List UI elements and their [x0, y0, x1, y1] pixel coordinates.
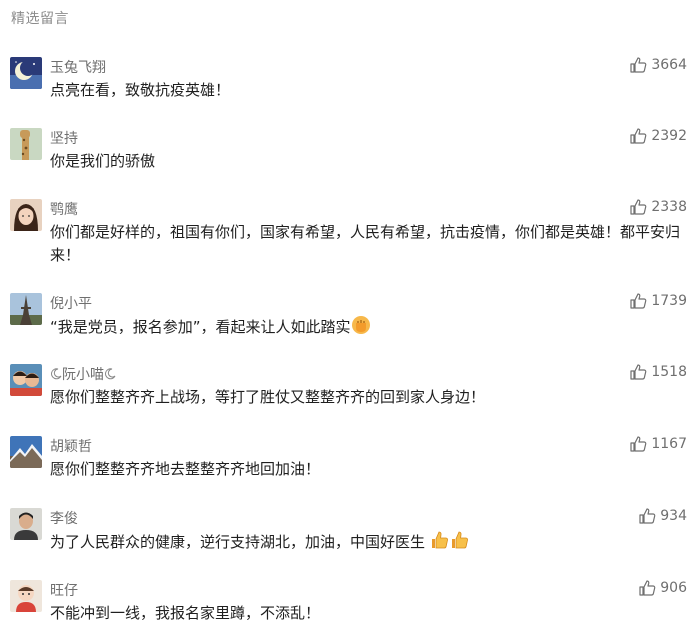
comment-item: 旺仔 906 不能冲到一线，我报名家里蹲，不添乱！ [0, 580, 696, 640]
comment-text: 愿你们整整齐齐上战场，等打了胜仗又整整齐齐的回到家人身边！ [50, 388, 486, 406]
comment-nickname[interactable]: 阮小喵 [50, 364, 116, 384]
like-count: 1518 [651, 364, 687, 380]
comment-nickname[interactable]: 旺仔 [50, 580, 78, 600]
like-button[interactable]: 2338 [630, 199, 687, 215]
thumbs-up-emoji [452, 531, 468, 549]
thumbs-up-outline-icon [630, 128, 647, 144]
comment-item: 阮小喵 1518 愿你们整整齐齐上战场，等打了胜仗又整整齐齐的回到家人身边！ [0, 364, 696, 424]
comment-item: 坚持 2392 你是我们的骄傲 [0, 128, 696, 188]
thumbs-up-outline-icon [630, 57, 647, 73]
comment-text-body: 为了人民群众的健康，逆行支持湖北，加油，中国好医生 [50, 533, 426, 551]
comment-nickname[interactable]: 李俊 [50, 508, 78, 528]
comment-nickname-text: 阮小喵 [62, 367, 104, 383]
comment-text: 你是我们的骄傲 [50, 152, 156, 170]
comment-text: 愿你们整整齐齐地去整整齐齐地回加油！ [50, 460, 321, 478]
avatar[interactable] [10, 508, 42, 540]
comment-item: 鹗鹰 2338 你们都是好样的，祖国有你们，国家有希望，人民有希望，抗击疫情，你… [0, 199, 696, 264]
thumbs-up-outline-icon [630, 199, 647, 215]
like-button[interactable]: 3664 [630, 57, 687, 73]
avatar[interactable] [10, 57, 42, 89]
like-count: 1739 [651, 293, 687, 309]
thumbs-up-outline-icon [630, 436, 647, 452]
like-count: 1167 [651, 436, 687, 452]
like-button[interactable]: 906 [639, 580, 687, 596]
crescent-icon [51, 368, 62, 380]
avatar[interactable] [10, 580, 42, 612]
comment-nickname[interactable]: 坚持 [50, 128, 78, 148]
like-button[interactable]: 1518 [630, 364, 687, 380]
avatar[interactable] [10, 364, 42, 396]
thumbs-up-outline-icon [630, 293, 647, 309]
thumbs-up-outline-icon [639, 580, 656, 596]
comment-text-body: “我是党员，报名参加”，看起来让人如此踏实 [50, 318, 351, 336]
comment-text: 为了人民群众的健康，逆行支持湖北，加油，中国好医生 [50, 530, 680, 554]
comment-item: 倪小平 1739 “我是党员，报名参加”，看起来让人如此踏实 [0, 293, 696, 353]
comment-nickname[interactable]: 鹗鹰 [50, 199, 78, 219]
like-button[interactable]: 1167 [630, 436, 687, 452]
like-count: 906 [660, 580, 687, 596]
comment-text: 不能冲到一线，我报名家里蹲，不添乱！ [50, 604, 321, 622]
comment-nickname[interactable]: 玉兔飞翔 [50, 57, 106, 77]
avatar[interactable] [10, 293, 42, 325]
comment-item: 玉兔飞翔 3664 点亮在看，致敬抗疫英雄！ [0, 57, 696, 117]
like-count: 2392 [651, 128, 687, 144]
like-button[interactable]: 2392 [630, 128, 687, 144]
avatar[interactable] [10, 199, 42, 231]
like-count: 2338 [651, 199, 687, 215]
thumbs-up-emoji [432, 531, 448, 549]
fist-emoji [351, 316, 370, 334]
avatar[interactable] [10, 128, 42, 160]
thumbs-up-outline-icon [630, 364, 647, 380]
thumbs-up-outline-icon [639, 508, 656, 524]
comment-nickname[interactable]: 倪小平 [50, 293, 92, 313]
comment-item: 胡颖哲 1167 愿你们整整齐齐地去整整齐齐地回加油！ [0, 436, 696, 496]
like-count: 3664 [651, 57, 687, 73]
avatar[interactable] [10, 436, 42, 468]
like-button[interactable]: 934 [639, 508, 687, 524]
section-title: 精选留言 [11, 11, 69, 27]
like-button[interactable]: 1739 [630, 293, 687, 309]
comment-text: 你们都是好样的，祖国有你们，国家有希望，人民有希望，抗击疫情，你们都是英雄！都平… [50, 223, 681, 264]
comment-text: 点亮在看，致敬抗疫英雄！ [50, 81, 231, 99]
comment-text: “我是党员，报名参加”，看起来让人如此踏实 [50, 315, 680, 339]
comment-nickname[interactable]: 胡颖哲 [50, 436, 92, 456]
crescent-icon [105, 368, 116, 380]
like-count: 934 [660, 508, 687, 524]
comment-item: 李俊 934 为了人民群众的健康，逆行支持湖北，加油，中国好医生 [0, 508, 696, 568]
